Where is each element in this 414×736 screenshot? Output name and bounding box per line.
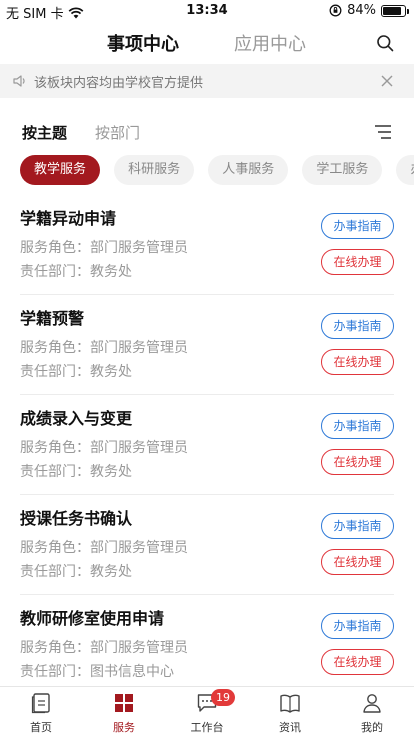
online-apply-button[interactable]: 在线办理 xyxy=(321,249,394,275)
category-chips: 教学服务 科研服务 人事服务 学工服务 办公 xyxy=(20,155,414,185)
service-department: 责任部门：教务处 xyxy=(20,264,132,280)
close-icon[interactable] xyxy=(380,74,394,88)
online-apply-button[interactable]: 在线办理 xyxy=(321,349,394,375)
service-department: 责任部门：教务处 xyxy=(20,464,132,480)
tab-app-center[interactable]: 应用中心 xyxy=(234,30,306,56)
tab-by-department[interactable]: 按部门 xyxy=(95,122,140,143)
book-icon xyxy=(280,694,300,713)
tabbar-item-home[interactable]: 首页 xyxy=(11,692,71,735)
service-item[interactable]: 学籍异动申请 服务角色：部门服务管理员 责任部门：教务处 办事指南 在线办理 xyxy=(20,195,394,295)
notification-badge: 19 xyxy=(211,689,235,706)
battery-fill xyxy=(383,6,401,15)
guide-button[interactable]: 办事指南 xyxy=(321,613,394,639)
service-title: 授课任务书确认 xyxy=(20,509,133,528)
service-item[interactable]: 教师研修室使用申请 服务角色：部门服务管理员 责任部门：图书信息中心 办事指南 … xyxy=(20,595,394,695)
service-title: 学籍预警 xyxy=(20,309,85,328)
top-tabs: 事项中心 应用中心 xyxy=(0,26,414,62)
tabbar-label: 我的 xyxy=(361,721,383,734)
chip-student-affairs[interactable]: 学工服务 xyxy=(302,155,383,185)
chip-office[interactable]: 办公 xyxy=(396,155,414,185)
service-item[interactable]: 学籍预警 服务角色：部门服务管理员 责任部门：教务处 办事指南 在线办理 xyxy=(20,295,394,395)
service-item[interactable]: 授课任务书确认 服务角色：部门服务管理员 责任部门：教务处 办事指南 在线办理 xyxy=(20,495,394,595)
service-title: 成绩录入与变更 xyxy=(20,409,133,428)
tabbar-label: 资讯 xyxy=(279,721,301,734)
service-role: 服务角色：部门服务管理员 xyxy=(20,240,188,256)
tabbar-label: 工作台 xyxy=(190,721,224,734)
online-apply-button[interactable]: 在线办理 xyxy=(321,449,394,475)
tab-item-center[interactable]: 事项中心 xyxy=(107,30,179,56)
guide-button[interactable]: 办事指南 xyxy=(321,513,394,539)
online-apply-button[interactable]: 在线办理 xyxy=(321,649,394,675)
service-role: 服务角色：部门服务管理员 xyxy=(20,340,188,356)
tabbar-item-mine[interactable]: 我的 xyxy=(342,692,402,735)
chip-research[interactable]: 科研服务 xyxy=(114,155,195,185)
chip-teaching[interactable]: 教学服务 xyxy=(20,155,101,185)
person-icon xyxy=(363,694,381,713)
orientation-lock-icon xyxy=(329,4,342,17)
service-department: 责任部门：教务处 xyxy=(20,564,132,580)
service-title: 学籍异动申请 xyxy=(20,209,117,228)
home-icon xyxy=(31,693,50,714)
online-apply-button[interactable]: 在线办理 xyxy=(321,549,394,575)
service-role: 服务角色：部门服务管理员 xyxy=(20,640,188,656)
status-right: 84% xyxy=(329,3,409,18)
service-department: 责任部门：图书信息中心 xyxy=(20,664,174,680)
tabbar-label: 服务 xyxy=(113,721,135,734)
guide-button[interactable]: 办事指南 xyxy=(321,413,394,439)
tabbar-item-service[interactable]: 服务 xyxy=(94,692,154,735)
service-role: 服务角色：部门服务管理员 xyxy=(20,540,188,556)
status-bar: 无 SIM 卡 13:34 84% xyxy=(0,0,414,22)
service-title: 教师研修室使用申请 xyxy=(20,609,165,628)
service-department: 责任部门：教务处 xyxy=(20,364,132,380)
tabbar-label: 首页 xyxy=(30,721,52,734)
battery-icon xyxy=(381,4,409,17)
bottom-tab-bar: 首页 服务 19 工作台 资讯 我的 xyxy=(0,686,414,736)
chip-hr[interactable]: 人事服务 xyxy=(208,155,289,185)
notice-text: 该板块内容均由学校官方提供 xyxy=(34,75,204,91)
guide-button[interactable]: 办事指南 xyxy=(321,213,394,239)
service-role: 服务角色：部门服务管理员 xyxy=(20,440,188,456)
tabbar-item-news[interactable]: 资讯 xyxy=(260,692,320,735)
service-item[interactable]: 成绩录入与变更 服务角色：部门服务管理员 责任部门：教务处 办事指南 在线办理 xyxy=(20,395,394,495)
service-list: 学籍异动申请 服务角色：部门服务管理员 责任部门：教务处 办事指南 在线办理 学… xyxy=(0,195,414,695)
notice-bar: 该板块内容均由学校官方提供 xyxy=(0,64,414,98)
battery-percent: 84% xyxy=(347,3,376,18)
grid-icon xyxy=(115,694,133,712)
tab-by-topic[interactable]: 按主题 xyxy=(22,122,67,143)
menu-icon[interactable] xyxy=(374,124,392,140)
search-icon[interactable] xyxy=(376,34,394,52)
group-tabs: 按主题 按部门 xyxy=(0,120,414,146)
speaker-icon xyxy=(13,75,25,87)
tabbar-item-workbench[interactable]: 19 工作台 xyxy=(177,689,237,735)
guide-button[interactable]: 办事指南 xyxy=(321,313,394,339)
